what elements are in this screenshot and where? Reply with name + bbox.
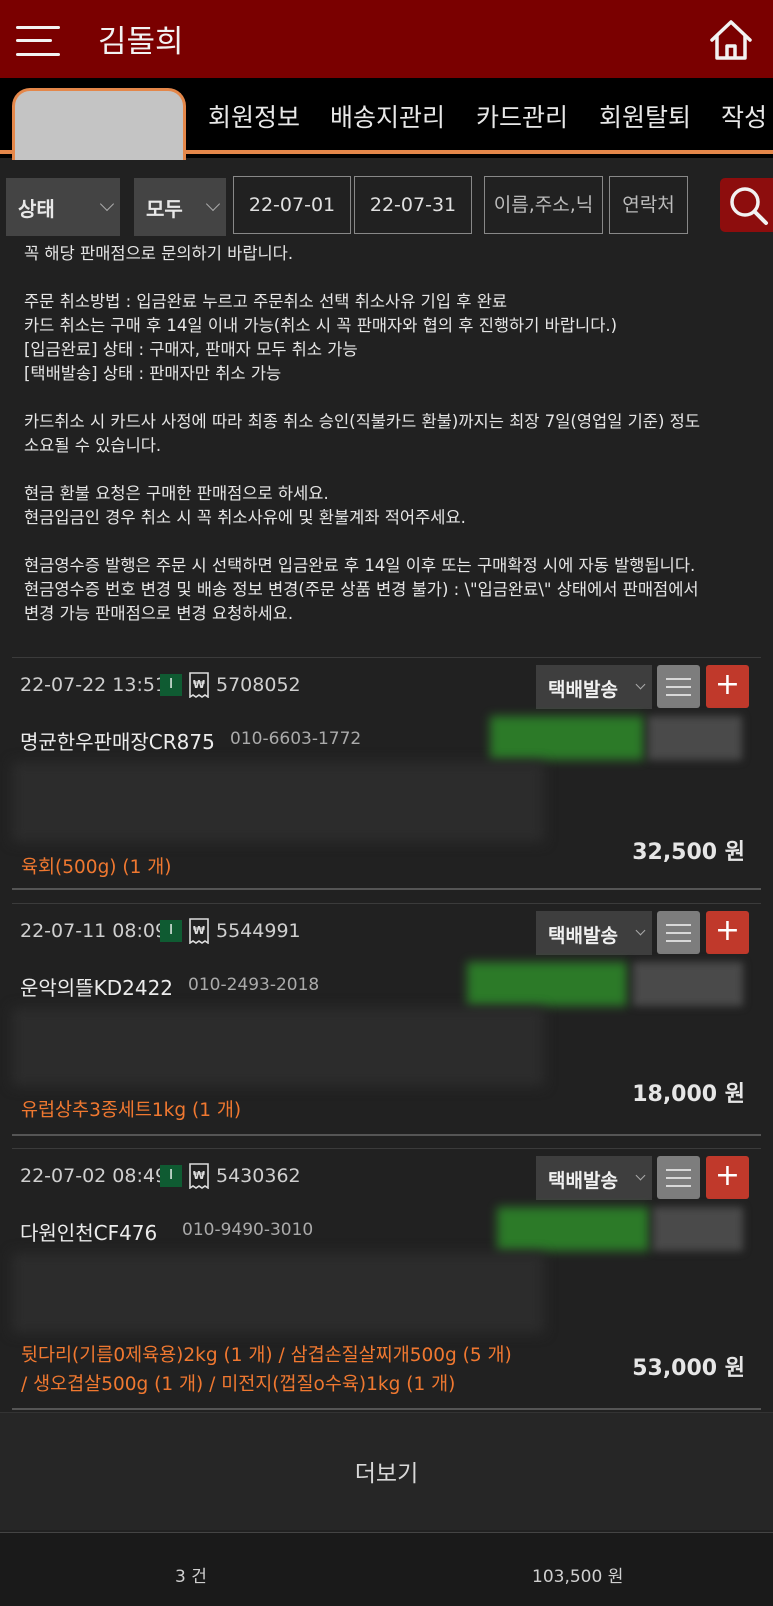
tab-shipping-address[interactable]: 배송지관리 xyxy=(330,98,445,134)
type-select[interactable]: 모두 xyxy=(134,178,226,236)
notice-line: 현금영수증 번호 변경 및 배송 정보 변경(주문 상품 변경 불가) : \"… xyxy=(24,580,699,599)
chevron-down-icon xyxy=(635,679,646,690)
home-icon[interactable] xyxy=(708,18,754,62)
search-icon xyxy=(730,187,768,225)
shop-phone: 010-6603-1772 xyxy=(230,729,362,749)
order-datetime: 22-07-22 13:51 xyxy=(20,674,168,696)
shop-phone: 010-9490-3010 xyxy=(182,1220,314,1240)
order-add-button[interactable]: + xyxy=(706,665,749,708)
status-select-value: 상태 xyxy=(18,197,55,221)
search-button[interactable] xyxy=(720,178,773,232)
notice-line: 카드 취소는 구매 후 14일 이내 가능(취소 시 꼭 판매자와 협의 후 진… xyxy=(24,316,618,335)
notice-line: 변경 가능 판매점으로 변경 요청하세요. xyxy=(24,604,294,623)
shop-phone: 010-2493-2018 xyxy=(188,975,320,995)
notice-line: [입금완료] 상태 : 구매자, 판매자 모두 취소 가능 xyxy=(24,340,358,359)
type-select-value: 모두 xyxy=(146,197,183,221)
order-card[interactable]: 22-07-11 08:09 I ₩ 5544991 택배발송 + 운악의뜰KD… xyxy=(12,903,761,1136)
name-search-input[interactable]: 이름,주소,닉 xyxy=(484,176,603,234)
order-card[interactable]: 22-07-22 13:51 I ₩ 5708052 택배발송 + 명균한우판매… xyxy=(12,657,761,890)
notice-line: 꼭 해당 판매점으로 문의하기 바랍니다. xyxy=(24,244,294,263)
svg-text:₩: ₩ xyxy=(193,924,205,937)
order-items: 뒷다리(기름0제육용)2kg (1 개) / 삼겹손질살찌개500g (5 개)… xyxy=(21,1341,512,1399)
order-status-select[interactable]: 택배발송 xyxy=(536,665,652,709)
order-sum: 103,500 원 xyxy=(532,1567,624,1587)
order-status-select[interactable]: 택배발송 xyxy=(536,911,652,955)
order-type-badge: I xyxy=(160,1165,182,1187)
contact-search-input[interactable]: 연락처 xyxy=(609,176,688,234)
tab-card-management[interactable]: 카드관리 xyxy=(476,98,568,134)
notice-line: 주문 취소방법 : 입금완료 누르고 주문취소 선택 취소사유 기입 후 완료 xyxy=(24,292,508,311)
order-type-badge: I xyxy=(160,674,182,696)
order-total: 53,000 원 xyxy=(632,1356,745,1381)
date-to-input[interactable]: 22-07-31 xyxy=(354,176,472,234)
order-total: 18,000 원 xyxy=(632,1082,745,1107)
order-items-line: 뒷다리(기름0제육용)2kg (1 개) / 삼겹손질살찌개500g (5 개) xyxy=(21,1345,512,1366)
notice-text: 꼭 해당 판매점으로 문의하기 바랍니다. 주문 취소방법 : 입금완료 누르고… xyxy=(24,242,764,626)
order-items: 육회(500g) (1 개) xyxy=(21,857,172,878)
notice-line: [택배발송] 상태 : 판매자만 취소 가능 xyxy=(24,364,282,383)
order-status-value: 택배발송 xyxy=(548,925,618,947)
date-from-input[interactable]: 22-07-01 xyxy=(233,176,351,234)
svg-text:₩: ₩ xyxy=(193,1169,205,1182)
tab-withdraw[interactable]: 회원탈퇴 xyxy=(599,98,691,134)
order-type-badge: I xyxy=(160,920,182,942)
chevron-down-icon xyxy=(205,196,221,212)
chevron-down-icon xyxy=(635,925,646,936)
shop-name: 다원인천CF476 xyxy=(20,1221,158,1245)
order-number: 5708052 xyxy=(216,674,301,696)
redacted-address xyxy=(12,1253,544,1333)
status-select[interactable]: 상태 xyxy=(6,178,120,236)
order-status-value: 택배발송 xyxy=(548,679,618,701)
order-number: 5544991 xyxy=(216,920,301,942)
order-total: 32,500 원 xyxy=(632,840,745,865)
receipt-icon: ₩ xyxy=(189,1163,209,1189)
tab-member-info[interactable]: 회원정보 xyxy=(208,98,300,134)
order-datetime: 22-07-11 08:09 xyxy=(20,920,168,942)
notice-line: 현금영수증 발행은 주문 시 선택하면 입금완료 후 14일 이후 또는 구매확… xyxy=(24,556,696,575)
chevron-down-icon xyxy=(635,1170,646,1181)
notice-line: 현금입금인 경우 취소 시 꼭 취소사유에 및 환불계좌 적어주세요. xyxy=(24,508,466,527)
order-datetime: 22-07-02 08:49 xyxy=(20,1165,168,1187)
notice-line: 현금 환불 요청은 구매한 판매점으로 하세요. xyxy=(24,484,329,503)
order-count: 3 건 xyxy=(175,1567,207,1587)
svg-text:₩: ₩ xyxy=(193,678,205,691)
notice-line: 소요될 수 있습니다. xyxy=(24,436,162,455)
order-add-button[interactable]: + xyxy=(706,1156,749,1199)
shop-name: 명균한우판매장CR875 xyxy=(20,730,215,754)
notice-line: 카드취소 시 카드사 사정에 따라 최종 취소 승인(직불카드 환불)까지는 최… xyxy=(24,412,701,431)
app-header: 김돌희 xyxy=(0,0,773,78)
order-number: 5430362 xyxy=(216,1165,301,1187)
receipt-icon: ₩ xyxy=(189,918,209,944)
order-items-line: / 생오겹살500g (1 개) / 미전지(껍질o수육)1kg (1 개) xyxy=(21,1374,456,1395)
redacted-info xyxy=(490,716,746,760)
order-detail-button[interactable] xyxy=(657,911,700,954)
order-items: 유럽상추3종세트1kg (1 개) xyxy=(21,1100,242,1121)
shop-name: 운악의뜰KD2422 xyxy=(20,976,174,1000)
chevron-down-icon xyxy=(99,196,115,212)
order-detail-button[interactable] xyxy=(657,665,700,708)
page-title: 김돌희 xyxy=(98,24,184,60)
order-card[interactable]: 22-07-02 08:49 I ₩ 5430362 택배발송 + 다원인천CF… xyxy=(12,1148,761,1410)
tab-active-placeholder[interactable] xyxy=(12,88,186,160)
order-detail-button[interactable] xyxy=(657,1156,700,1199)
load-more-button[interactable]: 더보기 xyxy=(0,1454,773,1488)
hamburger-menu-icon[interactable] xyxy=(16,22,62,58)
redacted-address xyxy=(12,1008,544,1086)
order-add-button[interactable]: + xyxy=(706,911,749,954)
order-status-select[interactable]: 택배발송 xyxy=(536,1156,652,1200)
summary-footer xyxy=(0,1532,773,1606)
redacted-address xyxy=(12,762,544,842)
order-status-value: 택배발송 xyxy=(548,1170,618,1192)
redacted-info xyxy=(467,962,747,1006)
receipt-icon: ₩ xyxy=(189,672,209,698)
redacted-info xyxy=(497,1207,747,1251)
tab-write[interactable]: 작성 xyxy=(721,98,767,134)
